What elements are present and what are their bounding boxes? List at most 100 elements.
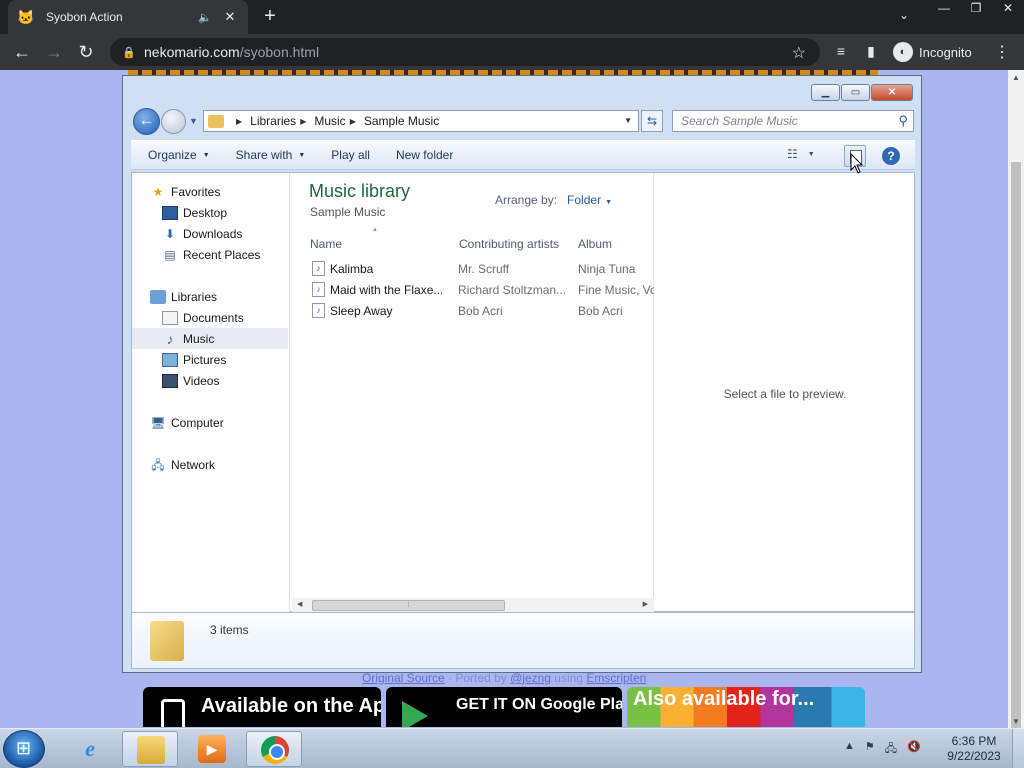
libraries-icon [150,289,166,304]
app-store-badge[interactable]: Available on the App Store [143,687,381,727]
nav-libraries[interactable]: Libraries [132,286,288,307]
breadcrumb-libraries[interactable]: Libraries ▶ [250,114,314,128]
clock-date: 9/22/2023 [947,749,1001,763]
nav-network[interactable]: 🖧 Network [132,454,288,475]
nav-downloads[interactable]: ⬇ Downloads [132,223,288,244]
page-scrollbar[interactable]: ▲ ▼ [1008,70,1024,736]
command-bar: Organize ▼ Share with ▼ Play all New folde… [131,140,915,170]
explorer-minimize-button[interactable]: ▁ [811,84,840,101]
restore-window-button[interactable]: ❐ [960,0,992,18]
close-tab-icon[interactable]: ✕ [222,9,238,25]
emscripten-link[interactable]: Emscripten [586,671,646,685]
breadcrumb-arrow-icon[interactable]: ▶ [236,117,242,126]
star-icon: ★ [152,184,164,199]
also-available-label: Also available for... [633,688,815,710]
preview-message: Select a file to preview. [723,387,847,401]
explorer-close-button[interactable]: ✕ [871,84,913,101]
network-tray-icon[interactable]: 🖧 [885,740,897,759]
nav-documents[interactable]: Documents [132,307,288,328]
breadcrumb-arrow-icon[interactable]: ▶ [350,117,356,126]
nav-videos[interactable]: Videos [132,370,288,391]
lock-icon[interactable]: 🔒 [122,46,136,59]
windows-taskbar: e ▶ ▲ ⚑ 🖧 🔇 6:36 PM 9/22/2023 [0,728,1024,768]
downloads-icon: ⬇ [164,226,176,241]
start-button[interactable] [3,730,45,768]
horizontal-scroll-thumb[interactable]: ⦙ [312,600,505,611]
network-icon: 🖧 [151,457,165,472]
speaker-muted-icon[interactable]: 🔈 [198,11,214,24]
breadcrumb-arrow-icon[interactable]: ▶ [300,117,306,126]
recent-pages-chevron-icon[interactable]: ▼ [189,116,198,126]
new-folder-button[interactable]: New folder [387,148,462,162]
show-hidden-icons-icon[interactable]: ▲ [844,740,855,759]
forward-arrow-icon[interactable]: → [38,36,70,68]
nav-pictures[interactable]: Pictures [132,349,288,370]
breadcrumb-sample-music[interactable]: Sample Music [364,114,439,128]
close-window-button[interactable]: ✕ [992,0,1024,18]
scroll-left-icon[interactable]: ◀ [297,600,302,608]
author-link[interactable]: @jezng [510,671,551,685]
google-play-badge[interactable]: GET IT ON Google Play [386,687,622,727]
help-icon[interactable]: ? [882,147,900,165]
back-arrow-icon[interactable]: ← [6,36,38,68]
taskbar-internet-explorer[interactable]: e [62,731,118,767]
scroll-up-icon[interactable]: ▲ [1008,70,1024,86]
volume-muted-icon[interactable]: 🔇 [907,740,921,759]
horizontal-scrollbar[interactable]: ◀ ⦙ ▶ [292,598,654,612]
share-with-button[interactable]: Share with ▼ [227,148,315,162]
chevron-down-icon[interactable]: ▼ [605,199,612,206]
internet-explorer-icon: e [85,736,95,761]
nav-recent-places[interactable]: ▤ Recent Places [132,244,288,265]
refresh-icon[interactable]: ⇆ [641,110,663,132]
taskbar-media-player[interactable]: ▶ [184,731,240,767]
reload-icon[interactable]: ↻ [70,36,102,68]
media-control-icon[interactable]: ≡ [832,43,850,61]
side-panel-icon[interactable]: ▮ [862,43,880,61]
breadcrumb-music[interactable]: Music ▶ [314,114,364,128]
taskbar-windows-explorer[interactable] [122,731,178,767]
action-center-flag-icon[interactable]: ⚑ [865,740,875,759]
show-desktop-button[interactable] [1012,729,1024,768]
column-header-name[interactable]: Name [310,237,342,251]
change-view-button[interactable]: ☷ ▼ [787,147,815,161]
file-row[interactable]: ♪ Kalimba Mr. Scruff Ninja Tuna [292,258,654,279]
organize-button[interactable]: Organize ▼ [139,148,219,162]
nav-favorites[interactable]: ★ Favorites [132,181,288,202]
search-input[interactable]: Search Sample Music ⚲ [672,110,914,132]
explorer-back-icon[interactable]: ← [133,108,160,135]
scrollbar-thumb[interactable] [1011,162,1021,736]
search-icon[interactable]: ⚲ [898,113,908,129]
system-clock[interactable]: 6:36 PM 9/22/2023 [942,734,1006,764]
tab-syobon-action[interactable]: 🐱 Syobon Action 🔈 ✕ [8,0,248,34]
bookmark-star-icon[interactable]: ☆ [792,43,806,63]
nav-desktop[interactable]: Desktop [132,202,288,223]
taskbar-chrome[interactable] [246,731,302,767]
new-tab-button[interactable]: + [260,6,280,26]
file-row[interactable]: ♪ Maid with the Flaxe... Richard Stoltzm… [292,279,654,300]
address-dropdown-icon[interactable]: ▼ [624,116,632,125]
explorer-forward-icon[interactable] [161,109,186,134]
file-list-pane: Music library Sample Music Arrange by: Fo… [292,173,654,613]
address-bar[interactable]: 🔒 nekomario.com/syobon.html ☆ [110,38,820,66]
file-row[interactable]: ♪ Sleep Away Bob Acri Bob Acri [292,300,654,321]
details-view-icon: ☷ [787,147,798,161]
column-header-album[interactable]: Album [578,237,612,251]
app-store-label: Available on the App Store [201,695,381,717]
also-available-badge[interactable]: Also available for... [627,687,865,727]
original-source-link[interactable]: Original Source [362,671,445,685]
nav-music[interactable]: ♪ Music [132,328,288,349]
scroll-right-icon[interactable]: ▶ [643,600,648,608]
explorer-address-bar[interactable]: ▶ Libraries ▶ Music ▶ Sample Music ▼ [203,110,639,132]
chevron-down-icon: ▼ [202,151,210,159]
incognito-profile-button[interactable]: ◐ Incognito [893,41,972,63]
chevron-down-icon: ▼ [807,150,815,158]
minimize-window-button[interactable]: — [928,0,960,18]
play-all-button[interactable]: Play all [322,148,379,162]
column-header-artists[interactable]: Contributing artists [459,237,559,251]
arrange-by-dropdown[interactable]: Folder [567,193,601,207]
url-path: /syobon.html [239,44,320,60]
tab-search-chevron-icon[interactable]: ⌄ [896,8,912,24]
nav-computer[interactable]: 🖥 Computer [132,412,288,433]
explorer-maximize-button[interactable]: ▭ [841,84,870,101]
kebab-menu-icon[interactable]: ⋮ [994,42,1010,62]
